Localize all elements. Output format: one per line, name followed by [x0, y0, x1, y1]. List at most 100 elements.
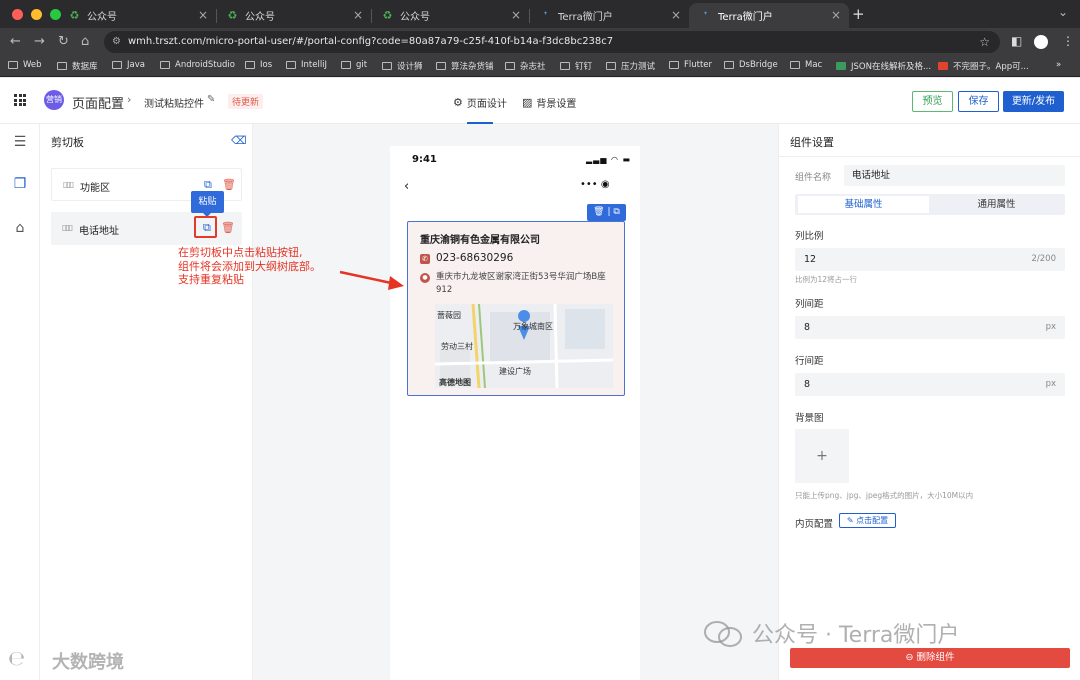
design-canvas: 9:41 ▂▃▅ ◠ ▬ ‹ ••• ◉ 🗑 | ⧉ 重庆渝铜有色金属有限公司 …	[253, 124, 778, 680]
wechat-icon: ♻	[69, 9, 80, 22]
bookmark-item[interactable]: git	[341, 60, 367, 70]
chevron-right-icon: ›	[127, 93, 132, 106]
bookmark-item[interactable]: JSON在线解析及格...	[836, 60, 931, 72]
col-ratio-label: 列比例	[795, 231, 824, 242]
edit-icon[interactable]: ✎	[207, 94, 215, 105]
outline-tree-icon[interactable]: ☰	[10, 134, 30, 154]
publish-button[interactable]: 更新/发布	[1003, 91, 1064, 112]
tab-general-props[interactable]: 通用属性	[931, 196, 1062, 213]
delete-icon[interactable]: 🗑	[222, 178, 236, 191]
bookmark-item[interactable]: Java	[112, 60, 145, 70]
contact-card-component[interactable]: 重庆渝铜有色金属有限公司 ✆ 023-68630296 ● 重庆市九龙坡区谢家湾…	[407, 221, 625, 396]
bookmark-item[interactable]: 钉钉	[560, 60, 592, 72]
back-arrow-icon[interactable]: ‹	[404, 179, 409, 194]
bookmark-item[interactable]: DsBridge	[724, 60, 778, 70]
tab-basic-props[interactable]: 基础属性	[798, 196, 929, 213]
terra-icon: ᐩ	[703, 9, 708, 22]
tab-background-settings[interactable]: ▨ 背景设置	[522, 95, 576, 110]
component-toolbar[interactable]: 🗑 | ⧉	[587, 204, 626, 221]
component-settings-panel: 组件设置 组件名称 电话地址 基础属性 通用属性 列比例 12 2/200 比例…	[778, 124, 1080, 680]
browser-tab[interactable]: ♻ 公众号 ×	[371, 3, 530, 28]
new-tab-icon[interactable]: +	[852, 5, 865, 23]
bookmark-item[interactable]: Ios	[245, 60, 272, 70]
tab-title: 公众号	[245, 12, 275, 23]
window-controls	[12, 9, 61, 20]
phone-number[interactable]: 023-68630296	[436, 252, 513, 264]
paste-highlight-box	[194, 216, 217, 238]
eraser-icon[interactable]: ⌫	[231, 134, 247, 147]
bookmark-item[interactable]: 设计狮	[382, 60, 423, 72]
row-gap-input[interactable]: 8 px	[795, 373, 1065, 396]
mini-program-capsule-icon[interactable]: ••• ◉	[580, 179, 610, 190]
url-field[interactable]: ⚙ wmh.trszt.com/micro-portal-user/#/port…	[104, 31, 1000, 53]
paste-icon[interactable]: ⧉	[204, 178, 212, 192]
copy-icon[interactable]: ⧉	[613, 207, 619, 217]
home-icon[interactable]: ⌂	[81, 34, 89, 49]
bookmark-item[interactable]: AndroidStudio	[160, 60, 235, 70]
delete-component-button[interactable]: ⊖ 删除组件	[790, 648, 1070, 668]
tab-title: 公众号	[400, 12, 430, 23]
profile-avatar[interactable]	[1034, 35, 1048, 49]
bookmark-item[interactable]: 不完圈子。App可...	[938, 60, 1029, 72]
wechat-watermark-icon	[704, 621, 742, 647]
bookmark-item[interactable]: 数据库	[57, 60, 98, 72]
terra-icon: ᐩ	[543, 9, 548, 22]
app-root: 营销 页面配置 › 测试粘贴控件 ✎ 待更新 ⚙ 页面设计 ▨ 背景设置 预览 保存…	[0, 78, 1080, 680]
apps-grid-icon[interactable]	[14, 94, 26, 106]
bookmark-item[interactable]: 算法杂货铺	[436, 60, 494, 72]
left-rail: ☰ ❐ ⌂	[0, 124, 40, 680]
close-tab-icon[interactable]: ×	[831, 8, 841, 22]
col-ratio-input[interactable]: 12 2/200	[795, 248, 1065, 271]
watermark-logo-icon: ℮	[8, 646, 26, 670]
bookmark-item[interactable]: 压力测试	[606, 60, 655, 72]
upload-hint: 只能上传png、jpg、jpeg格式的图片，大小10M以内	[795, 491, 974, 500]
bookmark-item[interactable]: 杂志社	[505, 60, 546, 72]
browser-tab[interactable]: ♻ 公众号 ×	[216, 3, 372, 28]
wechat-icon: ♻	[382, 9, 393, 22]
bookmark-item[interactable]: Web	[8, 60, 42, 70]
sidepanel-icon[interactable]: ◧	[1011, 34, 1022, 48]
bookmark-item[interactable]: IntelliJ	[286, 60, 327, 70]
bookmark-item[interactable]: Mac	[790, 60, 822, 70]
close-window-button[interactable]	[12, 9, 23, 20]
map-view[interactable]: 蔷薇园 万象城南区 劳动三村 建设广场 高德地图	[435, 304, 613, 388]
delete-icon[interactable]: 🗑	[593, 207, 604, 217]
bookmark-item[interactable]: Flutter	[669, 60, 712, 70]
reload-icon[interactable]: ↻	[58, 34, 69, 49]
close-tab-icon[interactable]: ×	[198, 8, 208, 22]
col-gap-input[interactable]: 8 px	[795, 316, 1065, 339]
tab-page-design[interactable]: ⚙ 页面设计	[453, 95, 507, 110]
close-tab-icon[interactable]: ×	[353, 8, 363, 22]
close-tab-icon[interactable]: ×	[511, 8, 521, 22]
bookmark-star-icon[interactable]: ☆	[979, 31, 990, 53]
home-settings-icon[interactable]: ⌂	[10, 220, 30, 240]
menu-kebab-icon[interactable]: ⋮	[1062, 34, 1074, 48]
site-info-icon[interactable]: ⚙	[112, 31, 121, 53]
browser-tab[interactable]: ♻ 公众号 ×	[58, 3, 217, 28]
back-icon[interactable]: ←	[10, 34, 21, 49]
component-name-input[interactable]: 电话地址	[844, 165, 1065, 186]
browser-tab-active[interactable]: ᐩ Terra微门户 ×	[689, 3, 849, 28]
minimize-window-button[interactable]	[31, 9, 42, 20]
inner-config-button[interactable]: ✎ 点击配置	[839, 513, 896, 528]
browser-tab[interactable]: ᐩ Terra微门户 ×	[529, 3, 689, 28]
clipboard-icon[interactable]: ❐	[10, 176, 30, 196]
close-tab-icon[interactable]: ×	[671, 8, 681, 22]
drag-handle-icon[interactable]: ▯▯▯	[63, 180, 74, 189]
settings-tabs: 基础属性 通用属性	[795, 194, 1065, 215]
preview-button[interactable]: 预览	[912, 91, 953, 112]
component-name-label: 组件名称	[795, 173, 832, 183]
map-label: 建设广场	[499, 367, 531, 376]
delete-icon[interactable]: 🗑	[221, 221, 235, 234]
bookmarks-more-icon[interactable]: »	[1056, 60, 1061, 70]
tab-search-icon[interactable]: ⌄	[1058, 5, 1068, 19]
drag-handle-icon[interactable]: ▯▯▯	[62, 223, 73, 232]
char-count: 2/200	[1031, 254, 1057, 264]
upload-image-button[interactable]: +	[795, 429, 849, 483]
annotation-text: 在剪切板中点击粘贴按钮, 组件将会添加到大纲树底部。 支持重复粘贴	[178, 246, 321, 286]
phone-preview: 9:41 ▂▃▅ ◠ ▬ ‹ ••• ◉ 🗑 | ⧉ 重庆渝铜有色金属有限公司 …	[390, 146, 640, 680]
forward-icon[interactable]: →	[34, 34, 45, 49]
save-button[interactable]: 保存	[958, 91, 999, 112]
tab-title: Terra微门户	[558, 12, 613, 23]
page-name: 测试粘贴控件	[144, 99, 204, 110]
